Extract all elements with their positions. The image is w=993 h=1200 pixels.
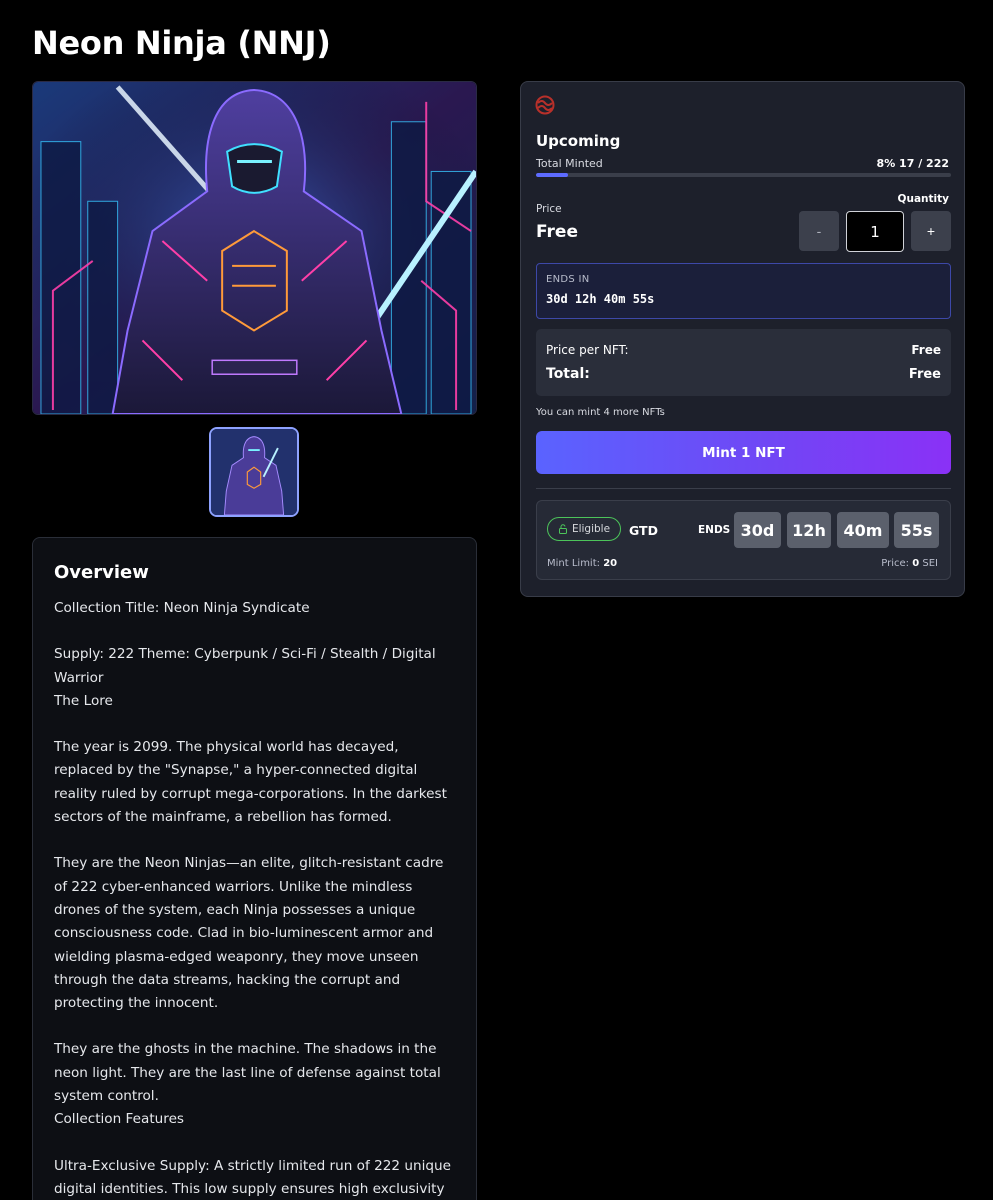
mint-panel: Upcoming Total Minted 8% 17 / 222 Price … [520,81,965,597]
minted-progress-bar [536,173,951,177]
phase-name: GTD [629,523,658,538]
page-title: Neon Ninja (NNJ) [32,24,331,62]
phase-price-value: 0 [912,558,920,569]
overview-paragraph: Ultra-Exclusive Supply: A strictly limit… [54,1157,451,1197]
countdown-days: 30d [734,512,781,548]
price-per-nft-label: Price per NFT: [546,343,629,357]
mint-limit-value: 20 [603,558,618,569]
eligible-label: Eligible [571,523,611,535]
eligible-badge: Eligible [547,517,621,541]
total-minted-label: Total Minted [536,157,603,170]
quantity-decrement-button[interactable]: - [799,211,839,251]
overview-paragraph: Collection Title: Neon Ninja Syndicate [54,600,310,616]
overview-paragraph: The year is 2099. The physical world has… [54,739,447,826]
countdown-seconds: 55s [894,512,939,548]
overview-paragraph: Supply: 222 Theme: Cyberpunk / Sci-Fi / … [54,646,436,709]
price-summary: Price per NFT: Free Total: Free [536,329,951,396]
mint-phase-card[interactable]: Eligible GTD ENDS 30d 12h 40m 55s Mint L… [536,500,951,580]
mint-limit: Mint Limit: 20 [547,558,617,569]
thumbnail-image[interactable] [209,427,299,517]
quantity-input[interactable] [846,211,904,252]
total-minted-value: 8% 17 / 222 [876,157,949,170]
divider [536,488,951,489]
phase-price: Price: 0 SEI [881,558,938,569]
total-value: Free [908,366,941,382]
phase-price-unit: SEI [922,558,938,569]
countdown-minutes: 40m [837,512,889,548]
sei-icon [535,95,555,115]
total-label: Total: [546,366,590,382]
lock-open-icon [558,524,567,534]
mint-limit-label: Mint Limit: [547,558,601,569]
price-label: Price [536,203,562,215]
price-per-nft-value: Free [911,343,941,357]
mint-status: Upcoming [536,132,621,150]
hero-image [32,81,477,415]
ends-in-box: ENDS IN 30d 12h 40m 55s [536,263,951,319]
mint-allowance-text: You can mint 4 more NFTs [536,407,665,418]
phase-ends-label: ENDS [698,524,731,536]
overview-card: Overview Collection Title: Neon Ninja Sy… [32,537,477,1200]
quantity-increment-button[interactable]: + [911,211,951,251]
overview-paragraph: They are the Neon Ninjas—an elite, glitc… [54,855,444,1012]
overview-paragraph: They are the ghosts in the machine. The … [54,1041,441,1128]
price-value: Free [536,222,578,242]
ends-in-label: ENDS IN [546,274,590,285]
countdown-hours: 12h [787,512,831,548]
overview-heading: Overview [54,562,149,583]
mint-button[interactable]: Mint 1 NFT [536,431,951,474]
quantity-label: Quantity [897,193,949,205]
minted-progress-fill [536,173,568,177]
ends-in-countdown: 30d 12h 40m 55s [546,292,655,306]
phase-price-label: Price: [881,558,910,569]
